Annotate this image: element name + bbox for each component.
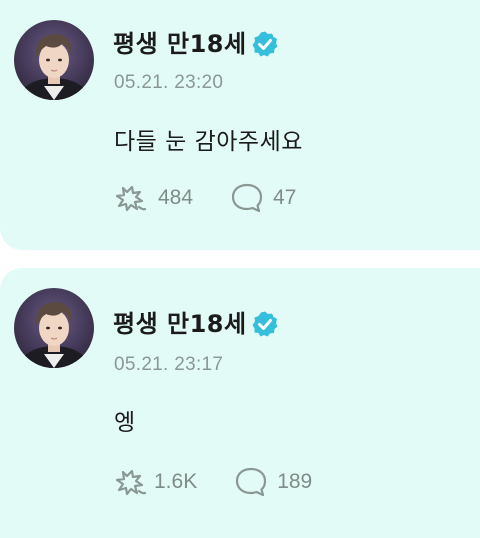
like-count: 1.6K	[154, 470, 198, 493]
post-feed: 평생 만18세 05.21. 23:20 다들 눈 감아주세요 484 47 평…	[0, 0, 480, 538]
post-actions: 484 47	[112, 180, 296, 216]
comment-bubble-icon	[236, 467, 267, 497]
comment-button[interactable]: 47	[229, 180, 296, 216]
post-message: 엥	[114, 410, 136, 436]
author-name[interactable]: 평생 만18세	[113, 310, 247, 338]
author-row: 평생 만18세	[113, 310, 279, 338]
burst-like-icon	[115, 185, 147, 212]
post-message: 다들 눈 감아주세요	[114, 129, 303, 155]
avatar-image	[14, 288, 94, 368]
post-timestamp: 05.21. 23:17	[114, 354, 224, 375]
verified-badge-icon	[252, 31, 278, 57]
avatar[interactable]	[14, 20, 94, 100]
post-timestamp: 05.21. 23:20	[114, 72, 224, 93]
verified-badge-icon	[252, 311, 278, 337]
like-button[interactable]: 484	[112, 180, 193, 216]
comment-count: 189	[277, 470, 313, 493]
post-actions: 1.6K 189	[112, 464, 312, 500]
author-name[interactable]: 평생 만18세	[113, 30, 247, 58]
avatar[interactable]	[14, 288, 94, 368]
avatar-image	[14, 20, 94, 100]
author-row: 평생 만18세	[113, 30, 279, 58]
post-card[interactable]: 평생 만18세 05.21. 23:17 엥 1.6K 189	[0, 268, 480, 538]
post-card[interactable]: 평생 만18세 05.21. 23:20 다들 눈 감아주세요 484 47	[0, 0, 480, 250]
comment-bubble-icon	[231, 183, 263, 213]
burst-like-icon	[115, 469, 147, 496]
comment-count: 47	[273, 186, 297, 209]
like-count: 484	[158, 186, 194, 209]
like-button[interactable]: 1.6K	[112, 464, 197, 500]
comment-button[interactable]: 189	[233, 464, 312, 500]
